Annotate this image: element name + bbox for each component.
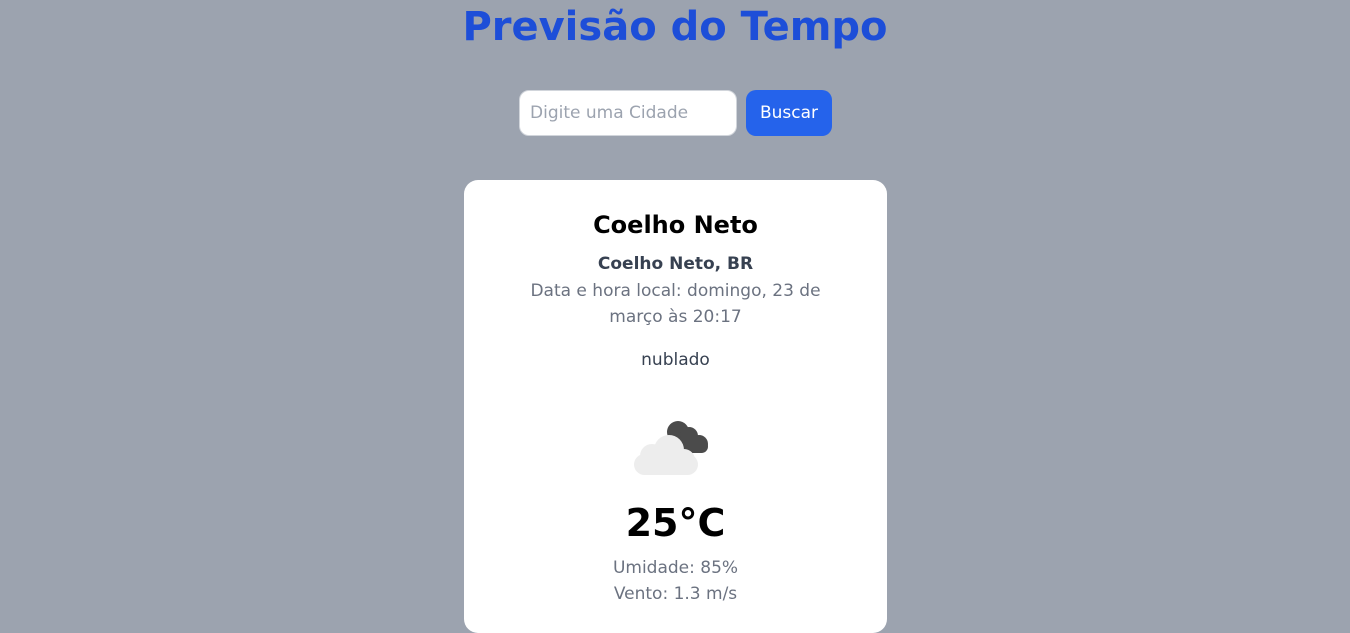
local-datetime: Data e hora local: domingo, 23 de março … (530, 281, 821, 327)
city-name: Coelho Neto (593, 211, 758, 239)
wind-speed: Vento: 1.3 m/s (613, 584, 738, 604)
page-title: Previsão do Tempo (462, 4, 888, 50)
weather-description: nublado (641, 350, 710, 370)
city-country: Coelho Neto, BR (597, 254, 754, 274)
weather-card: Coelho Neto Coelho Neto, BR Data e hora … (464, 180, 887, 633)
temperature: 25°C (625, 501, 726, 545)
city-search-input[interactable] (519, 90, 737, 136)
humidity: Umidade: 85% (612, 558, 739, 578)
broken-clouds-icon (634, 421, 708, 475)
search-bar: Buscar (519, 90, 832, 136)
search-button[interactable]: Buscar (746, 90, 832, 136)
